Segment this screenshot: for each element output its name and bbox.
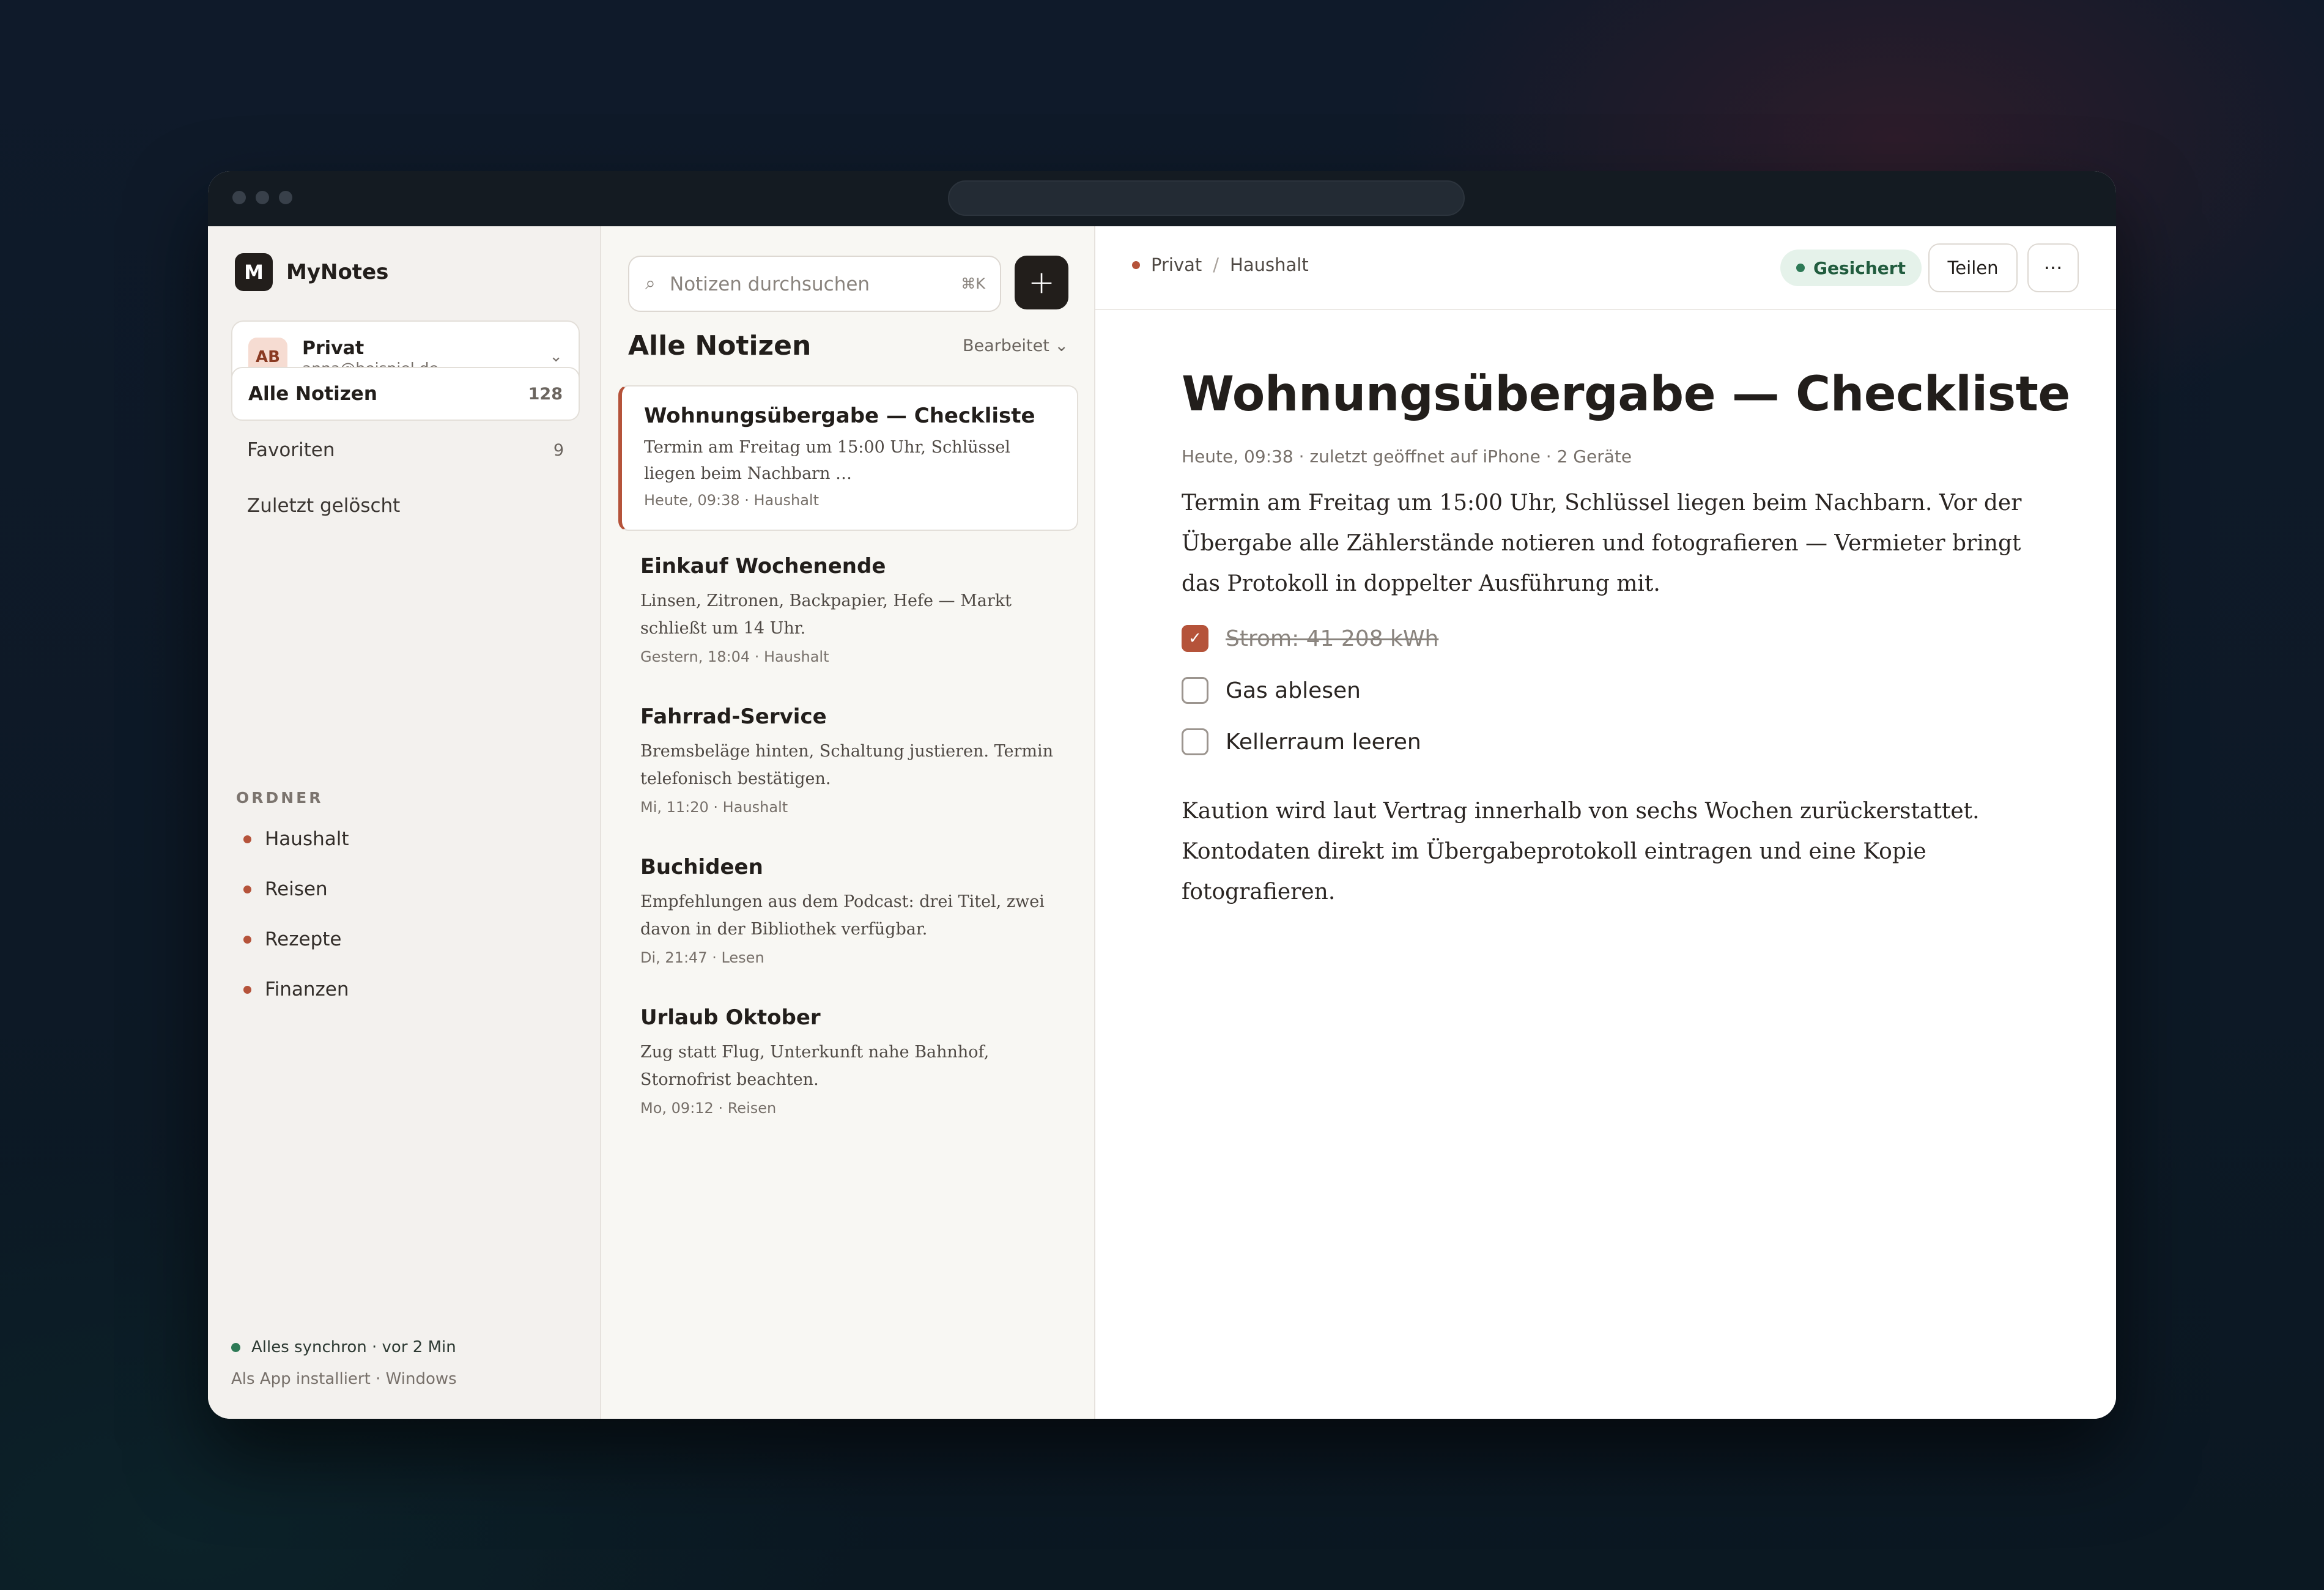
folder-label: Reisen: [265, 878, 328, 900]
sidebar-item-recently-deleted[interactable]: Zuletzt gelöscht: [231, 479, 580, 533]
folder-dot-icon: [243, 985, 251, 994]
checklist-item-gas[interactable]: Gas ablesen: [1182, 677, 1361, 704]
sync-status-text: Alles synchron · vor 2 Min: [251, 1338, 456, 1356]
checklist-label: Gas ablesen: [1226, 678, 1361, 703]
checkbox-checked-icon[interactable]: ✓: [1182, 625, 1208, 652]
folder-label: Haushalt: [265, 828, 349, 850]
note-title: Einkauf Wochenende: [640, 554, 886, 579]
folder-label: Finanzen: [265, 978, 349, 1000]
note-card[interactable]: Urlaub Oktober Zug statt Flug, Unterkunf…: [618, 988, 1078, 1117]
note-snippet: Linsen, Zitronen, Backpapier, Hefe — Mar…: [640, 591, 1012, 638]
search-icon: ⌕: [645, 273, 656, 294]
note-title: Buchideen: [640, 855, 763, 879]
app-name: MyNotes: [286, 260, 389, 284]
breadcrumb: Privat / Haushalt: [1132, 254, 1309, 275]
note-paragraph-2[interactable]: Kaution wird laut Vertrag innerhalb von …: [1182, 791, 2032, 912]
share-button[interactable]: Teilen: [1928, 243, 2018, 292]
folder-dot-icon: [243, 935, 251, 944]
note-list-panel: ⌕ ⌘K + Alle Notizen Bearbeitet ⌄ Wohnung…: [601, 226, 1095, 1419]
folders-heading: ORDNER: [236, 789, 324, 807]
sidebar-item-label: Alle Notizen: [248, 383, 377, 405]
breadcrumb-separator: /: [1213, 254, 1219, 275]
breadcrumb-item-haushalt[interactable]: Haushalt: [1230, 254, 1309, 275]
window-controls: [232, 191, 292, 204]
app-window: M MyNotes AB Privat anna@beispiel.de ⌄ A…: [208, 171, 2116, 1419]
note-meta: Gestern, 18:04 · Haushalt: [640, 648, 829, 665]
folder-item-finanzen[interactable]: Finanzen: [243, 978, 349, 1000]
checkbox-icon[interactable]: [1182, 728, 1208, 755]
note-paragraph-1[interactable]: Termin am Freitag um 15:00 Uhr, Schlüsse…: [1182, 483, 2032, 604]
chevron-down-icon: ⌄: [549, 347, 563, 366]
breadcrumb-item-privat[interactable]: Privat: [1151, 254, 1202, 275]
note-snippet: Bremsbeläge hinten, Schaltung justieren.…: [640, 742, 1053, 788]
folder-label: Rezepte: [265, 928, 342, 950]
note-card-active[interactable]: Wohnungsübergabe — Checkliste Termin am …: [618, 385, 1078, 531]
add-note-button[interactable]: +: [1015, 256, 1068, 309]
maximize-dot-icon[interactable]: [279, 191, 292, 204]
checklist-label: Kellerraum leeren: [1226, 729, 1421, 755]
sidebar-item-favorites[interactable]: Favoriten 9: [231, 423, 580, 477]
more-options-button[interactable]: ···: [2027, 243, 2079, 292]
saved-dot-icon: [1796, 264, 1805, 272]
sync-dot-icon: [231, 1342, 240, 1352]
address-bar[interactable]: [948, 180, 1465, 216]
note-editor: Privat / Haushalt Gesichert Teilen ··· W…: [1095, 226, 2116, 1419]
minimize-dot-icon[interactable]: [256, 191, 269, 204]
note-snippet: Empfehlungen aus dem Podcast: drei Titel…: [640, 892, 1045, 939]
search-box[interactable]: ⌕ ⌘K: [628, 256, 1001, 312]
sidebar: M MyNotes AB Privat anna@beispiel.de ⌄ A…: [208, 226, 601, 1419]
note-title-heading[interactable]: Wohnungsübergabe — Checkliste: [1182, 367, 2070, 422]
app-logo: M: [235, 253, 273, 291]
sidebar-item-all-notes[interactable]: Alle Notizen 128: [231, 367, 580, 421]
close-dot-icon[interactable]: [232, 191, 246, 204]
note-card[interactable]: Einkauf Wochenende Linsen, Zitronen, Bac…: [618, 537, 1078, 665]
checklist-label: Strom: 41 208 kWh: [1226, 626, 1439, 651]
note-title: Urlaub Oktober: [640, 1005, 821, 1030]
note-snippet: Termin am Freitag um 15:00 Uhr, Schlüsse…: [644, 438, 1010, 483]
install-status: Als App installiert · Windows: [231, 1370, 457, 1388]
checklist-item-keller[interactable]: Kellerraum leeren: [1182, 728, 1421, 755]
note-title: Fahrrad-Service: [640, 704, 827, 729]
search-shortcut: ⌘K: [961, 275, 985, 292]
saved-badge: Gesichert: [1780, 250, 1922, 286]
note-meta-info: Heute, 09:38 · zuletzt geöffnet auf iPho…: [1182, 446, 1632, 467]
sort-dropdown[interactable]: Bearbeitet ⌄: [963, 336, 1068, 355]
sidebar-item-label: Zuletzt gelöscht: [247, 495, 401, 517]
note-meta: Di, 21:47 · Lesen: [640, 949, 764, 966]
sidebar-item-count: 128: [528, 384, 563, 404]
note-card[interactable]: Buchideen Empfehlungen aus dem Podcast: …: [618, 838, 1078, 966]
note-meta: Mo, 09:12 · Reisen: [640, 1100, 777, 1117]
folder-dot-icon: [1132, 261, 1140, 269]
folder-item-rezepte[interactable]: Rezepte: [243, 928, 341, 950]
sidebar-item-label: Favoriten: [247, 439, 335, 461]
brand: M MyNotes: [235, 253, 388, 291]
note-title: Wohnungsübergabe — Checkliste: [644, 404, 1035, 428]
saved-label: Gesichert: [1813, 257, 1906, 278]
checkbox-icon[interactable]: [1182, 677, 1208, 704]
folder-dot-icon: [243, 835, 251, 843]
note-meta: Mi, 11:20 · Haushalt: [640, 799, 788, 816]
folder-dot-icon: [243, 885, 251, 893]
sync-status: Alles synchron · vor 2 Min: [231, 1338, 456, 1356]
folder-item-haushalt[interactable]: Haushalt: [243, 828, 349, 850]
search-input[interactable]: [668, 265, 940, 303]
note-snippet: Zug statt Flug, Unterkunft nahe Bahnhof,…: [640, 1043, 990, 1089]
note-meta: Heute, 09:38 · Haushalt: [644, 492, 819, 509]
note-card[interactable]: Fahrrad-Service Bremsbeläge hinten, Scha…: [618, 687, 1078, 816]
folder-item-reisen[interactable]: Reisen: [243, 878, 328, 900]
checklist-item-strom[interactable]: ✓ Strom: 41 208 kWh: [1182, 625, 1438, 652]
list-title: Alle Notizen: [628, 330, 812, 361]
account-name: Privat: [302, 338, 365, 359]
sidebar-item-count: 9: [553, 440, 564, 460]
title-bar: [208, 171, 2116, 226]
editor-toolbar: Privat / Haushalt Gesichert Teilen ···: [1095, 226, 2116, 310]
